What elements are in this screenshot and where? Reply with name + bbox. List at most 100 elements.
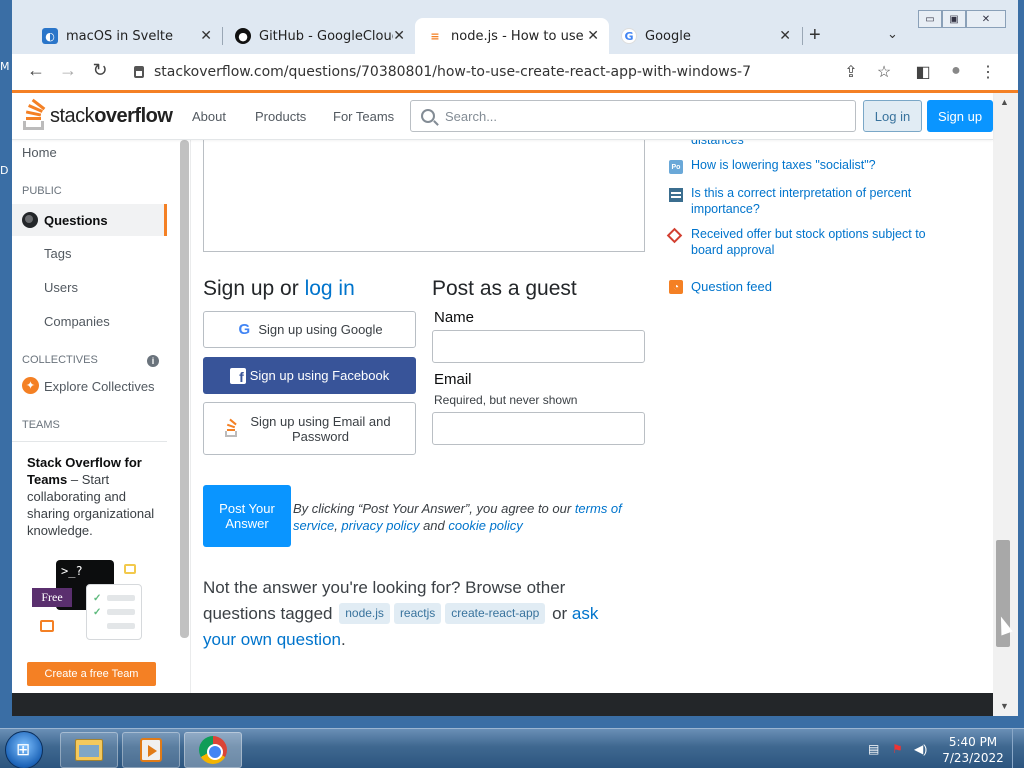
search-input[interactable] bbox=[445, 108, 825, 124]
show-desktop-button[interactable] bbox=[1012, 729, 1024, 768]
tab-title: node.js - How to use cre bbox=[451, 28, 585, 44]
menu-icon[interactable]: ⋮ bbox=[977, 62, 999, 82]
signup-email-button[interactable]: Sign up using Email and Password bbox=[203, 402, 416, 455]
close-tab-icon[interactable]: ✕ bbox=[779, 28, 791, 44]
site-header: stackoverflow About Products For Teams L… bbox=[12, 93, 993, 140]
not-the-answer: Not the answer you're looking for? Brows… bbox=[203, 578, 599, 649]
sidebar-item-companies[interactable]: Companies bbox=[44, 314, 110, 329]
chrome-taskbar-button[interactable] bbox=[184, 732, 242, 768]
privacy-link[interactable]: privacy policy bbox=[341, 518, 419, 533]
network-icon[interactable]: ▤ bbox=[868, 742, 882, 756]
start-button[interactable]: ⊞ bbox=[5, 731, 43, 768]
flag-icon[interactable]: ⚑ bbox=[892, 742, 906, 756]
free-badge: Free bbox=[32, 588, 72, 607]
sidebar-item-questions[interactable]: Questions bbox=[12, 204, 167, 236]
tab-strip: ◐ macOS in Svelte ✕ ● GitHub - GoogleClo… bbox=[12, 0, 1018, 54]
create-free-team-button[interactable]: Create a free Team bbox=[27, 662, 156, 686]
site-footer bbox=[12, 693, 993, 716]
chrome-icon bbox=[199, 736, 227, 764]
media-player-taskbar-button[interactable] bbox=[122, 732, 180, 768]
tab-nodejs-stackoverflow[interactable]: ≡ node.js - How to use cre ✕ bbox=[415, 18, 609, 54]
forward-button[interactable]: → bbox=[56, 60, 80, 81]
info-icon[interactable]: i bbox=[147, 355, 159, 367]
name-field[interactable] bbox=[432, 330, 645, 363]
email-field[interactable] bbox=[432, 412, 645, 445]
stackoverflow-logo-icon bbox=[22, 98, 46, 131]
tag-reactjs[interactable]: reactjs bbox=[393, 603, 442, 624]
tab-macos-in-svelte[interactable]: ◐ macOS in Svelte ✕ bbox=[30, 18, 222, 54]
scroll-up-icon[interactable]: ▲ bbox=[1000, 97, 1009, 107]
signup-google-button[interactable]: G Sign up using Google bbox=[203, 311, 416, 348]
sidebar-item-tags[interactable]: Tags bbox=[44, 246, 71, 261]
sidebar-item-home[interactable]: Home bbox=[22, 145, 57, 160]
reload-button[interactable]: ↻ bbox=[88, 60, 112, 81]
browser-toolbar: ← → ↻ stackoverflow.com/questions/703808… bbox=[12, 54, 1018, 90]
hot-question-link[interactable]: Received offer but stock options subject… bbox=[691, 226, 961, 258]
tab-github[interactable]: ● GitHub - GoogleCloudPl ✕ bbox=[223, 18, 415, 54]
side-panel-icon[interactable]: ◧ bbox=[912, 62, 934, 82]
logo-text-bold: overflow bbox=[94, 104, 173, 127]
share-icon[interactable]: ⇪ bbox=[840, 62, 862, 82]
question-feed-link[interactable]: Question feed bbox=[691, 279, 961, 295]
minimize-button[interactable]: ▭ bbox=[918, 10, 942, 28]
media-player-icon bbox=[140, 738, 162, 762]
profile-icon[interactable]: ● bbox=[945, 62, 967, 80]
stackoverflow-icon bbox=[224, 418, 240, 438]
taskbar: ⊞ ▤ ⚑ ◀) 5:40 PM 7/23/2022 bbox=[0, 728, 1024, 768]
volume-icon[interactable]: ◀) bbox=[914, 742, 932, 756]
signup-button[interactable]: Sign up bbox=[927, 100, 993, 132]
close-tab-icon[interactable]: ✕ bbox=[200, 28, 212, 44]
politics-icon: Po bbox=[669, 160, 683, 174]
tab-search-button[interactable]: ⌄ bbox=[887, 26, 898, 42]
answer-editor-preview[interactable] bbox=[203, 140, 645, 252]
teams-illustration: >_? ✓ ✓ Free bbox=[32, 558, 152, 648]
close-window-button[interactable]: ✕ bbox=[966, 10, 1006, 28]
nav-about[interactable]: About bbox=[192, 109, 226, 124]
maximize-button[interactable]: ▣ bbox=[942, 10, 966, 28]
explorer-taskbar-button[interactable] bbox=[60, 732, 118, 768]
tag-create-react-app[interactable]: create-react-app bbox=[445, 603, 546, 624]
cookie-link[interactable]: cookie policy bbox=[448, 518, 522, 533]
rss-icon: ◔ bbox=[669, 280, 683, 294]
sidebar-item-explore-collectives[interactable]: Explore Collectives bbox=[44, 379, 155, 394]
collectives-star-icon: ✦ bbox=[22, 377, 39, 394]
sidebar-scrollbar[interactable] bbox=[179, 140, 191, 693]
address-bar[interactable]: stackoverflow.com/questions/70380801/how… bbox=[122, 58, 872, 86]
signup-heading: Sign up or log in bbox=[203, 277, 355, 300]
github-favicon-icon: ● bbox=[235, 28, 251, 44]
svelte-favicon-icon: ◐ bbox=[42, 28, 58, 44]
browser-window: ◐ macOS in Svelte ✕ ● GitHub - GoogleClo… bbox=[12, 0, 1018, 716]
close-tab-icon[interactable]: ✕ bbox=[587, 28, 599, 44]
scroll-down-icon[interactable]: ▼ bbox=[1000, 701, 1009, 711]
sidebar-item-label: Questions bbox=[44, 212, 108, 228]
guest-heading: Post as a guest bbox=[432, 277, 577, 300]
bookmark-star-icon[interactable]: ☆ bbox=[873, 62, 895, 82]
sidebar-item-users[interactable]: Users bbox=[44, 280, 78, 295]
nav-for-teams[interactable]: For Teams bbox=[333, 109, 394, 124]
login-link[interactable]: log in bbox=[305, 277, 355, 300]
stackoverflow-logo[interactable]: stack overflow bbox=[22, 98, 173, 131]
tab-google[interactable]: G Google ✕ bbox=[609, 18, 801, 54]
nav-products[interactable]: Products bbox=[255, 109, 306, 124]
sidebar-section-collectives: COLLECTIVES bbox=[22, 354, 98, 366]
logo-text: stack bbox=[50, 104, 95, 127]
left-sidebar: Home PUBLIC Questions Tags Users Compani… bbox=[12, 140, 179, 693]
hot-question-link[interactable]: Is this a correct interpretation of perc… bbox=[691, 185, 961, 217]
new-tab-button[interactable]: + bbox=[809, 24, 821, 47]
back-button[interactable]: ← bbox=[24, 60, 48, 81]
math-icon bbox=[669, 188, 683, 202]
hot-question-link[interactable]: distances bbox=[691, 140, 961, 148]
lock-icon bbox=[134, 66, 144, 78]
hot-question-link[interactable]: How is lowering taxes "socialist"? bbox=[691, 157, 961, 173]
tab-title: GitHub - GoogleCloudPl bbox=[259, 28, 393, 44]
close-tab-icon[interactable]: ✕ bbox=[393, 28, 405, 44]
tag-nodejs[interactable]: node.js bbox=[339, 603, 390, 624]
signup-facebook-button[interactable]: f Sign up using Facebook bbox=[203, 357, 416, 394]
sidebar-section-teams: TEAMS bbox=[22, 419, 60, 431]
checklist-card: ✓ ✓ bbox=[86, 584, 142, 640]
system-clock[interactable]: 5:40 PM 7/23/2022 bbox=[935, 734, 1011, 766]
post-answer-button[interactable]: Post Your Answer bbox=[203, 485, 291, 547]
login-button[interactable]: Log in bbox=[863, 100, 922, 132]
chat-bubble-icon bbox=[124, 564, 136, 574]
clock-time: 5:40 PM bbox=[948, 735, 998, 749]
